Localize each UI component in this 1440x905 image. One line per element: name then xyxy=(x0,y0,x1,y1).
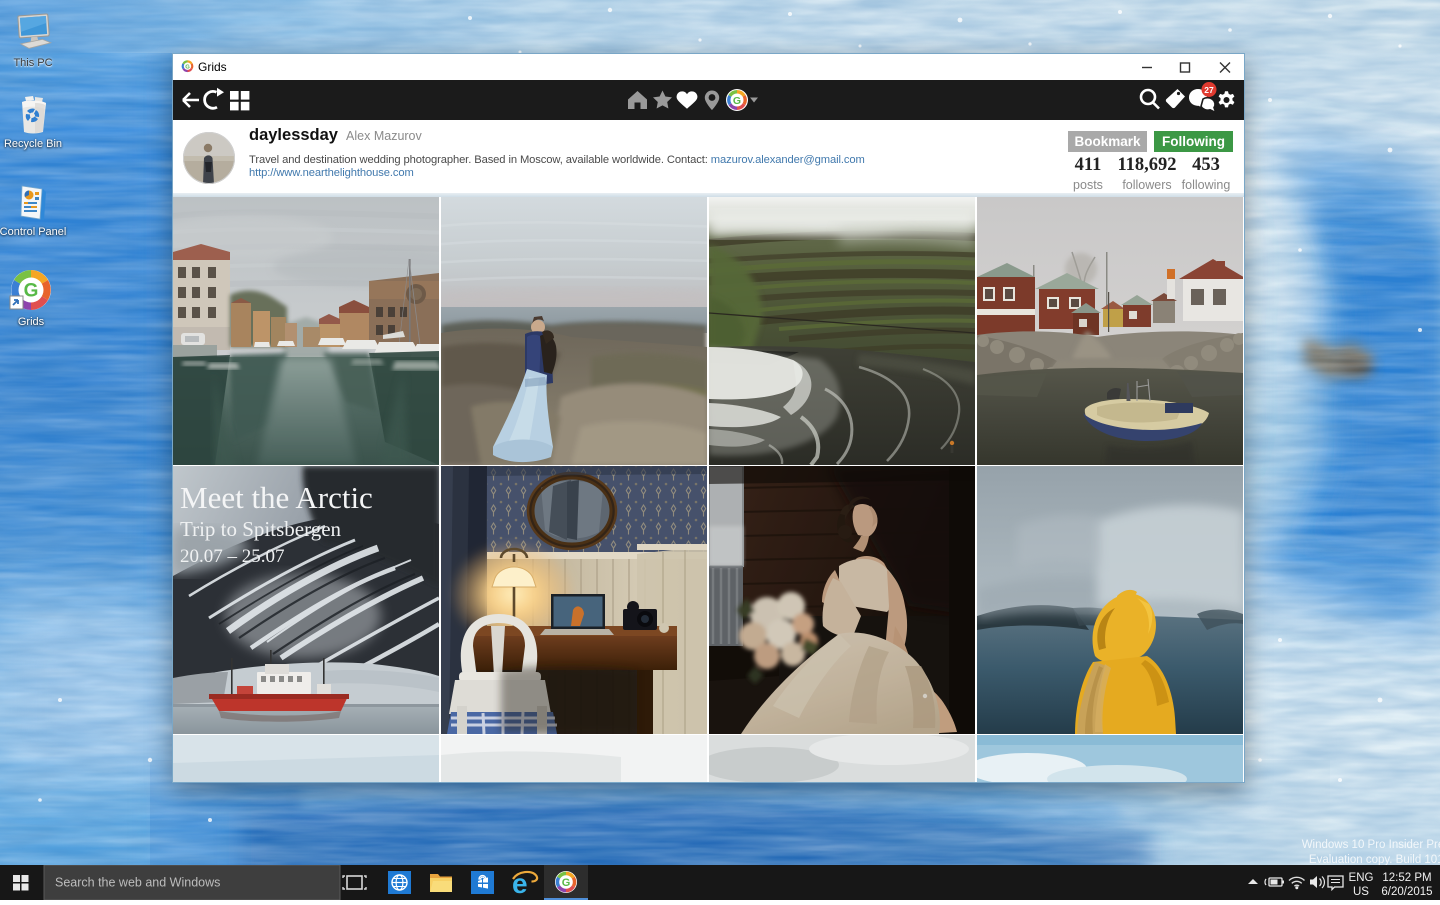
svg-text:G: G xyxy=(562,877,571,889)
svg-text:G: G xyxy=(733,95,741,107)
svg-text:6/20/2015: 6/20/2015 xyxy=(1381,886,1432,898)
svg-text:Search the web and Windows: Search the web and Windows xyxy=(55,876,220,890)
svg-text:20.07 – 25.07: 20.07 – 25.07 xyxy=(180,546,285,567)
svg-text:G: G xyxy=(24,281,39,302)
svg-text:Meet the Arctic: Meet the Arctic xyxy=(180,480,373,515)
svg-text:G: G xyxy=(185,64,190,70)
svg-text:27: 27 xyxy=(1204,85,1214,95)
svg-text:Trip to Spitsbergen: Trip to Spitsbergen xyxy=(180,517,342,541)
svg-text:US: US xyxy=(1353,886,1369,898)
svg-text:12:52 PM: 12:52 PM xyxy=(1382,872,1431,884)
svg-text:ENG: ENG xyxy=(1349,872,1374,884)
